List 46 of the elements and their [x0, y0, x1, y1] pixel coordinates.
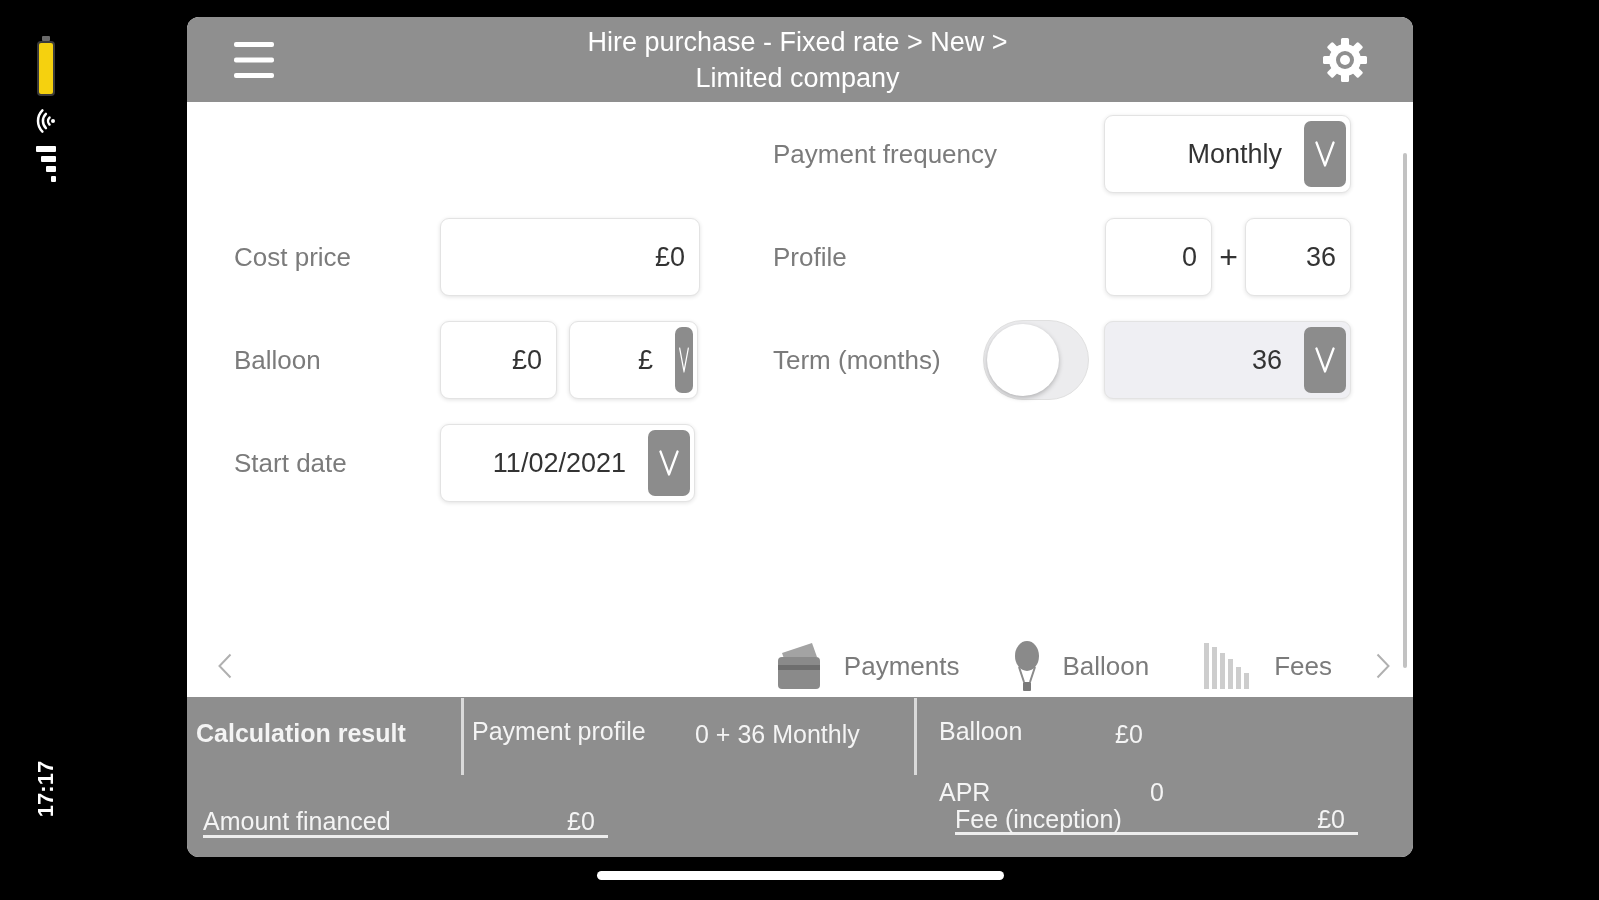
page-title: Hire purchase - Fixed rate > New > Limited company: [586, 25, 1009, 95]
cards-icon: [775, 641, 822, 691]
field-label: Start date: [234, 447, 348, 479]
results-title: Calculation result: [196, 719, 406, 747]
balloon-icon: [1014, 640, 1041, 692]
menu-icon[interactable]: [234, 39, 274, 80]
result-value: £0: [567, 807, 595, 835]
chevron-down-icon: [1315, 141, 1335, 167]
clock-time: 17:17: [33, 760, 59, 818]
result-label: APR: [939, 780, 992, 805]
battery-icon: [37, 36, 55, 96]
field-label: Term (months): [773, 344, 942, 376]
chevron-right-icon[interactable]: [1376, 653, 1390, 679]
chevron-down-icon: [679, 347, 689, 373]
input-field[interactable]: 36: [1245, 218, 1351, 296]
dropdown-button[interactable]: [648, 430, 690, 496]
feature-tab[interactable]: Payments: [775, 639, 960, 693]
dropdown-field[interactable]: 11/02/2021: [440, 424, 695, 502]
result-label: Fee (inception): [955, 807, 1123, 832]
dropdown-button[interactable]: [1304, 121, 1346, 187]
chevron-down-icon: [1315, 347, 1335, 373]
chevron-down-icon: [659, 450, 679, 476]
dropdown-field[interactable]: Monthly: [1104, 115, 1351, 193]
field-label: Payment frequency: [773, 138, 998, 170]
signal-icon: [36, 146, 56, 184]
feature-tab[interactable]: Fees: [1204, 641, 1332, 691]
input-field[interactable]: £0: [440, 321, 557, 399]
input-field[interactable]: £0: [440, 218, 700, 296]
result-label: Amount financed: [203, 807, 392, 835]
chevron-left-icon[interactable]: [218, 653, 232, 679]
wifi-icon: [36, 108, 56, 134]
input-field[interactable]: 0: [1105, 218, 1212, 296]
settings-icon[interactable]: [1321, 35, 1369, 84]
result-value: £0: [1115, 719, 1143, 749]
feature-tab[interactable]: Balloon: [1014, 638, 1150, 694]
result-label: Balloon: [938, 717, 1024, 746]
plus-sign: +: [1218, 238, 1239, 276]
result-value: 0: [1150, 780, 1164, 805]
dropdown-button[interactable]: [675, 327, 693, 393]
result-value: £0: [1317, 807, 1345, 832]
result-value: 0 + 36 Monthly: [695, 719, 860, 749]
field-label: Balloon: [234, 344, 322, 376]
dropdown-field[interactable]: £: [569, 321, 698, 399]
field-label: Profile: [773, 241, 848, 273]
result-label: Payment profile: [471, 717, 647, 746]
field-label: Cost price: [234, 241, 353, 273]
